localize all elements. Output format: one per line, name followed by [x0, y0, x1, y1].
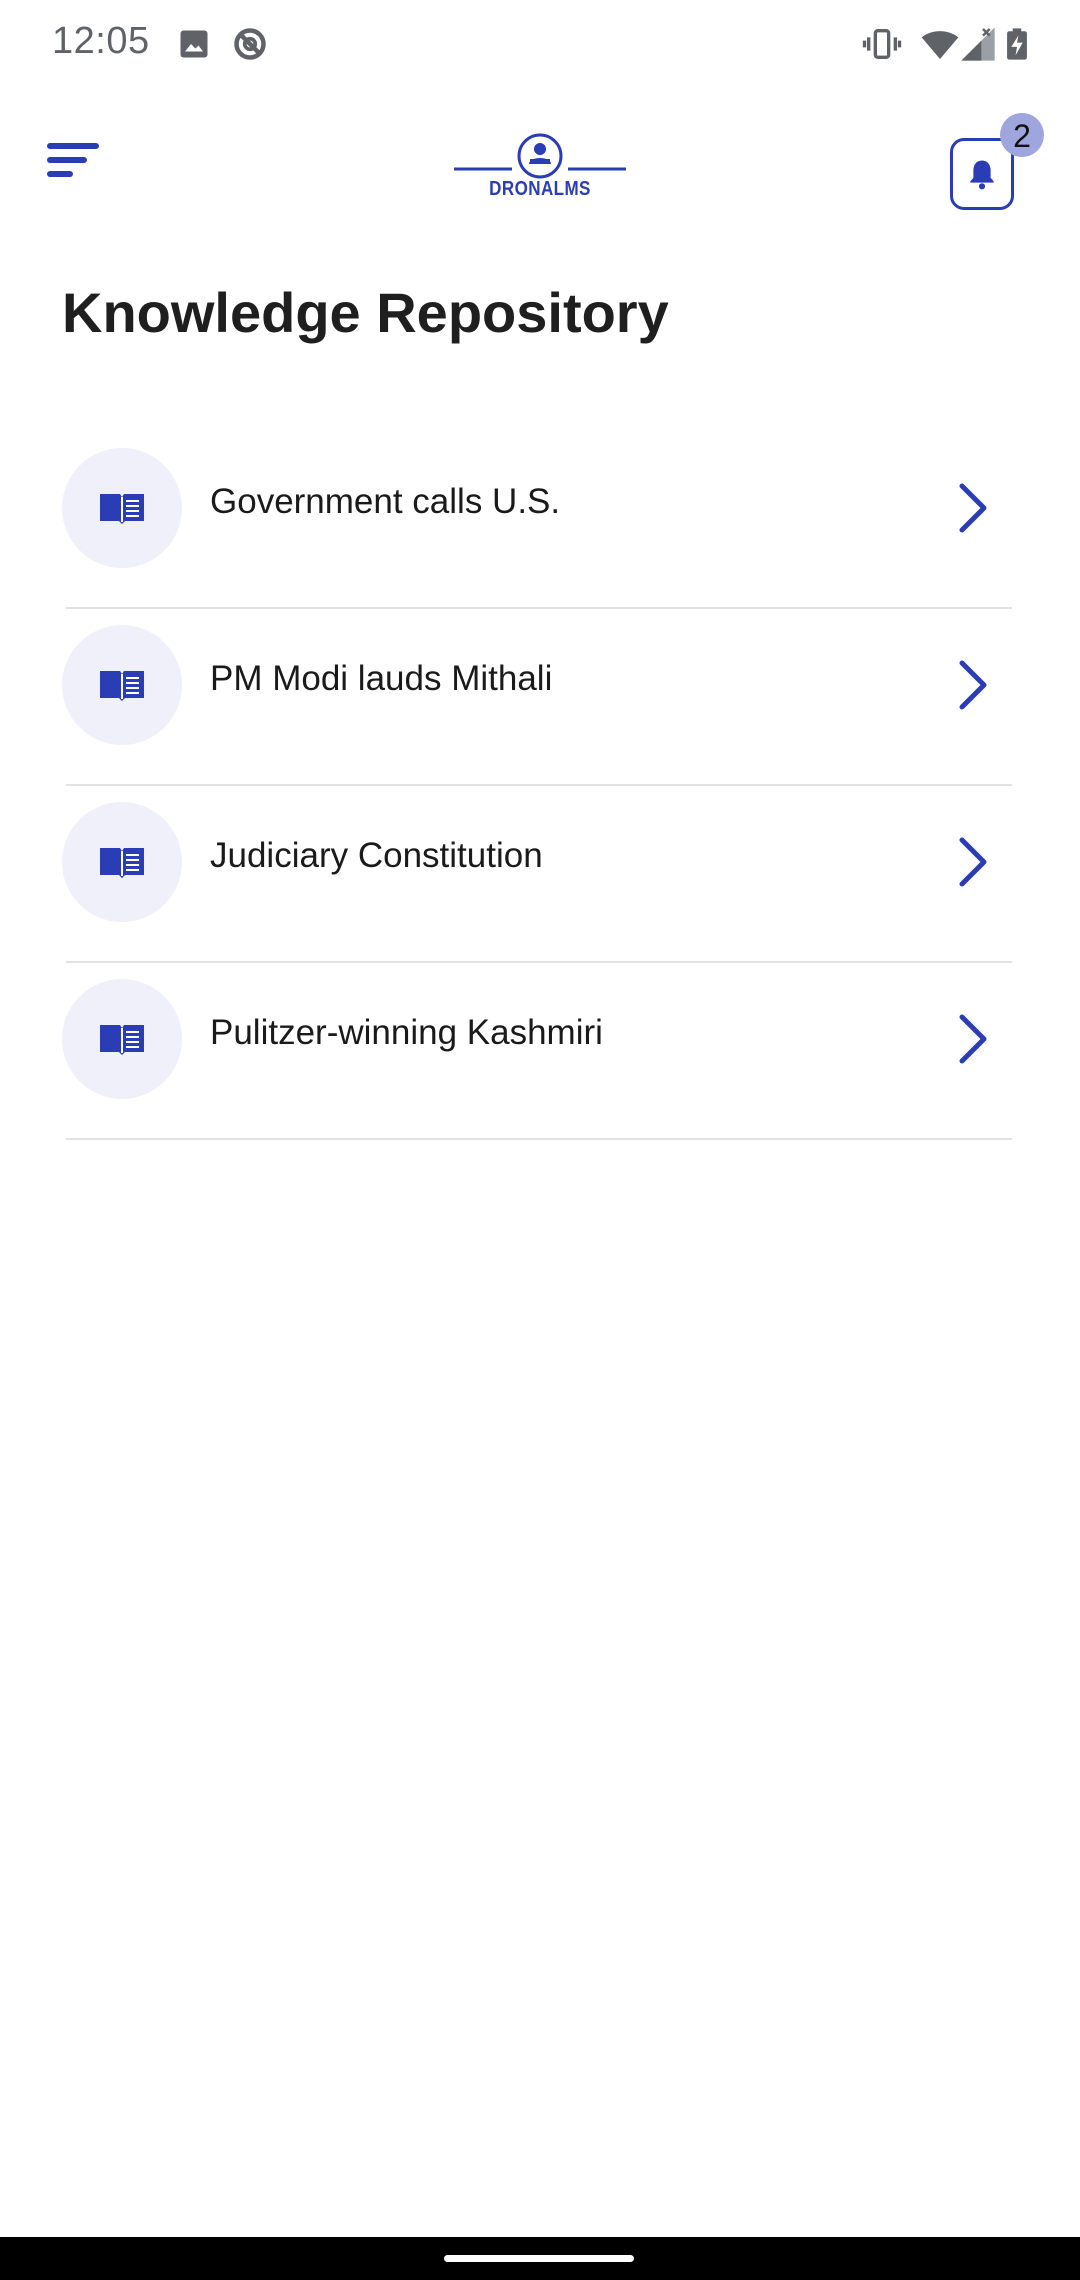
status-time: 12:05: [52, 20, 150, 62]
list-item-label: Judiciary Constitution: [210, 836, 543, 875]
signal-icon: [961, 27, 995, 61]
book-icon-badge: [62, 448, 182, 568]
list-item[interactable]: Judiciary Constitution: [62, 786, 1012, 963]
status-bar: 12:05: [0, 0, 1080, 90]
home-indicator[interactable]: [444, 2255, 634, 2262]
bell-icon: [970, 160, 994, 190]
book-icon: [100, 671, 144, 701]
system-navigation-bar: [0, 2237, 1080, 2280]
app-logo: DRONALMS: [450, 120, 630, 210]
divider: [66, 1138, 1012, 1140]
list-item[interactable]: Government calls U.S.: [62, 432, 1012, 609]
book-icon-badge: [62, 625, 182, 745]
list-item[interactable]: Pulitzer-winning Kashmiri: [62, 963, 1012, 1140]
chevron-right-icon: [959, 483, 987, 533]
book-icon: [100, 848, 144, 878]
book-icon-badge: [62, 979, 182, 1099]
wifi-icon: [921, 31, 959, 59]
list-item-label: Government calls U.S.: [210, 482, 561, 521]
book-icon: [100, 1025, 144, 1055]
do-not-disturb-icon: [234, 28, 266, 60]
chevron-right-icon: [959, 1014, 987, 1064]
list-item-label: PM Modi lauds Mithali: [210, 659, 553, 698]
repository-list: Government calls U.S. PM Modi lauds Mith…: [62, 432, 1012, 1140]
image-icon: [180, 30, 208, 58]
logo-graphic: [454, 133, 626, 179]
battery-charging-icon: [1007, 28, 1027, 60]
menu-button[interactable]: [44, 138, 104, 188]
book-icon-badge: [62, 802, 182, 922]
chevron-right-icon: [959, 837, 987, 887]
page-title: Knowledge Repository: [62, 281, 669, 344]
list-item-label: Pulitzer-winning Kashmiri: [210, 1013, 603, 1052]
screen: 12:05 DRONALMS 2 Knowledge Repository Go…: [0, 0, 1080, 2280]
app-header: DRONALMS: [0, 110, 1080, 220]
vibrate-icon: [862, 29, 902, 59]
logo-text: DRONALMS: [489, 178, 591, 200]
chevron-right-icon: [959, 660, 987, 710]
notification-count-badge: 2: [1000, 113, 1044, 157]
menu-icon: [47, 143, 99, 177]
book-icon: [100, 494, 144, 524]
list-item[interactable]: PM Modi lauds Mithali: [62, 609, 1012, 786]
